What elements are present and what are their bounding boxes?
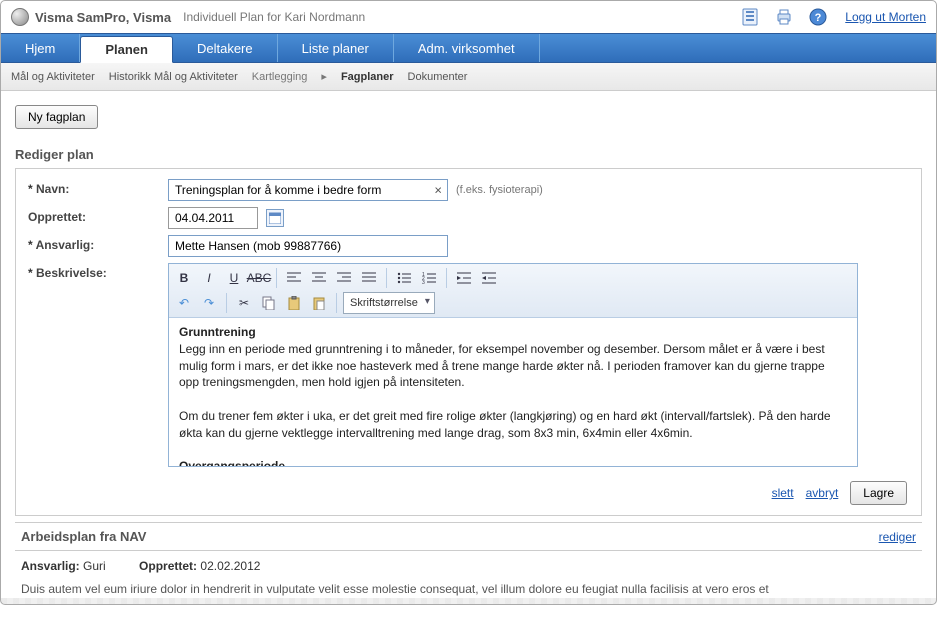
font-size-select[interactable]: Skriftstørrelse <box>343 292 435 314</box>
ansvarlig-input[interactable] <box>168 235 448 257</box>
sub-tabs: Mål og Aktiviteter Historikk Mål og Akti… <box>1 63 936 91</box>
save-file-icon[interactable] <box>739 6 761 28</box>
navn-input[interactable] <box>168 179 448 201</box>
rte-toolbar: B I U ABC 123 <box>169 264 857 318</box>
tab-hjem[interactable]: Hjem <box>1 34 80 62</box>
subtab-historikk[interactable]: Historikk Mål og Aktiviteter <box>109 71 238 83</box>
calendar-icon[interactable] <box>266 209 284 227</box>
rte-heading: Grunntrening <box>179 325 256 339</box>
subtab-fagplaner[interactable]: Fagplaner <box>341 71 394 83</box>
indent-icon[interactable] <box>478 267 500 289</box>
form-actions: slett avbryt Lagre <box>28 473 909 509</box>
new-fagplan-button[interactable]: Ny fagplan <box>15 105 98 129</box>
label-navn: * Navn: <box>28 179 168 196</box>
tab-adm-virksomhet[interactable]: Adm. virksomhet <box>394 34 540 62</box>
copy-icon[interactable] <box>258 292 280 314</box>
brand-title: Visma SamPro, Visma <box>35 10 171 25</box>
toolbar-separator <box>386 268 387 288</box>
number-list-icon[interactable]: 123 <box>418 267 440 289</box>
edit-plan-form: * Navn: × (f.eks. fysioterapi) Opprettet… <box>15 169 922 516</box>
toolbar-separator <box>336 293 337 313</box>
toolbar-separator <box>276 268 277 288</box>
toolbar-separator <box>446 268 447 288</box>
outdent-icon[interactable] <box>453 267 475 289</box>
italic-icon[interactable]: I <box>198 267 220 289</box>
print-icon[interactable] <box>773 6 795 28</box>
tab-planen[interactable]: Planen <box>80 36 173 63</box>
rte-heading: Overgangsperiode <box>179 459 285 466</box>
logout-link[interactable]: Logg ut Morten <box>845 10 926 24</box>
breadcrumb-separator-icon: ▸ <box>321 70 327 83</box>
main-tabs: Hjem Planen Deltakere Liste planer Adm. … <box>1 33 936 63</box>
panel2-created-value: 02.02.2012 <box>200 559 260 573</box>
bold-icon[interactable]: B <box>173 267 195 289</box>
subtab-maal[interactable]: Mål og Aktiviteter <box>11 71 95 83</box>
help-icon[interactable]: ? <box>807 6 829 28</box>
subtab-dokumenter[interactable]: Dokumenter <box>408 71 468 83</box>
label-opprettet: Opprettet: <box>28 207 168 224</box>
rte-paragraph: Legg inn en periode med grunntrening i t… <box>179 342 825 390</box>
align-center-icon[interactable] <box>308 267 330 289</box>
strike-icon[interactable]: ABC <box>248 267 270 289</box>
panel2-responsible-value: Guri <box>83 559 106 573</box>
panel2-meta: Ansvarlig: Guri Opprettet: 02.02.2012 <box>21 559 916 573</box>
opprettet-input[interactable] <box>168 207 258 229</box>
clear-navn-icon[interactable]: × <box>434 184 442 197</box>
bullet-list-icon[interactable] <box>393 267 415 289</box>
rich-text-editor: B I U ABC 123 <box>168 263 858 467</box>
page-subtitle: Individuell Plan for Kari Nordmann <box>183 10 365 24</box>
toolbar-separator <box>226 293 227 313</box>
svg-text:?: ? <box>815 12 822 24</box>
align-justify-icon[interactable] <box>358 267 380 289</box>
panel2-responsible-label: Ansvarlig: <box>21 559 80 573</box>
tab-deltakere[interactable]: Deltakere <box>173 34 278 62</box>
panel2-created-label: Opprettet: <box>139 559 197 573</box>
paste-icon[interactable] <box>283 292 305 314</box>
paste-plain-icon[interactable] <box>308 292 330 314</box>
align-right-icon[interactable] <box>333 267 355 289</box>
app-window: Visma SamPro, Visma Individuell Plan for… <box>0 0 937 605</box>
cancel-link[interactable]: avbryt <box>806 486 839 500</box>
rte-textarea[interactable]: Grunntrening Legg inn en periode med gru… <box>169 318 857 466</box>
app-header: Visma SamPro, Visma Individuell Plan for… <box>1 1 936 33</box>
undo-icon[interactable]: ↶ <box>173 292 195 314</box>
tab-liste-planer[interactable]: Liste planer <box>278 34 394 62</box>
rte-paragraph: Om du trener fem økter i uka, er det gre… <box>179 409 831 440</box>
section-rediger-plan: Rediger plan <box>15 143 922 169</box>
torn-edge-decoration <box>1 598 936 604</box>
delete-link[interactable]: slett <box>772 486 794 500</box>
logo-icon <box>11 8 29 26</box>
edit-link[interactable]: rediger <box>879 530 916 544</box>
content-area: Ny fagplan Rediger plan * Navn: × (f.eks… <box>1 91 936 605</box>
panel2-title: Arbeidsplan fra NAV <box>21 529 146 544</box>
panel2-body: Ansvarlig: Guri Opprettet: 02.02.2012 Du… <box>15 551 922 600</box>
save-button[interactable]: Lagre <box>850 481 907 505</box>
redo-icon[interactable]: ↷ <box>198 292 220 314</box>
label-ansvarlig: * Ansvarlig: <box>28 235 168 252</box>
cut-icon[interactable]: ✂ <box>233 292 255 314</box>
subtab-kartlegging[interactable]: Kartlegging <box>252 71 308 83</box>
navn-hint: (f.eks. fysioterapi) <box>456 184 543 196</box>
svg-text:3: 3 <box>422 280 425 284</box>
align-left-icon[interactable] <box>283 267 305 289</box>
label-beskrivelse: * Beskrivelse: <box>28 263 168 280</box>
underline-icon[interactable]: U <box>223 267 245 289</box>
panel2-text: Duis autem vel eum iriure dolor in hendr… <box>21 581 916 598</box>
section-arbeidsplan-nav: Arbeidsplan fra NAV rediger <box>15 522 922 551</box>
